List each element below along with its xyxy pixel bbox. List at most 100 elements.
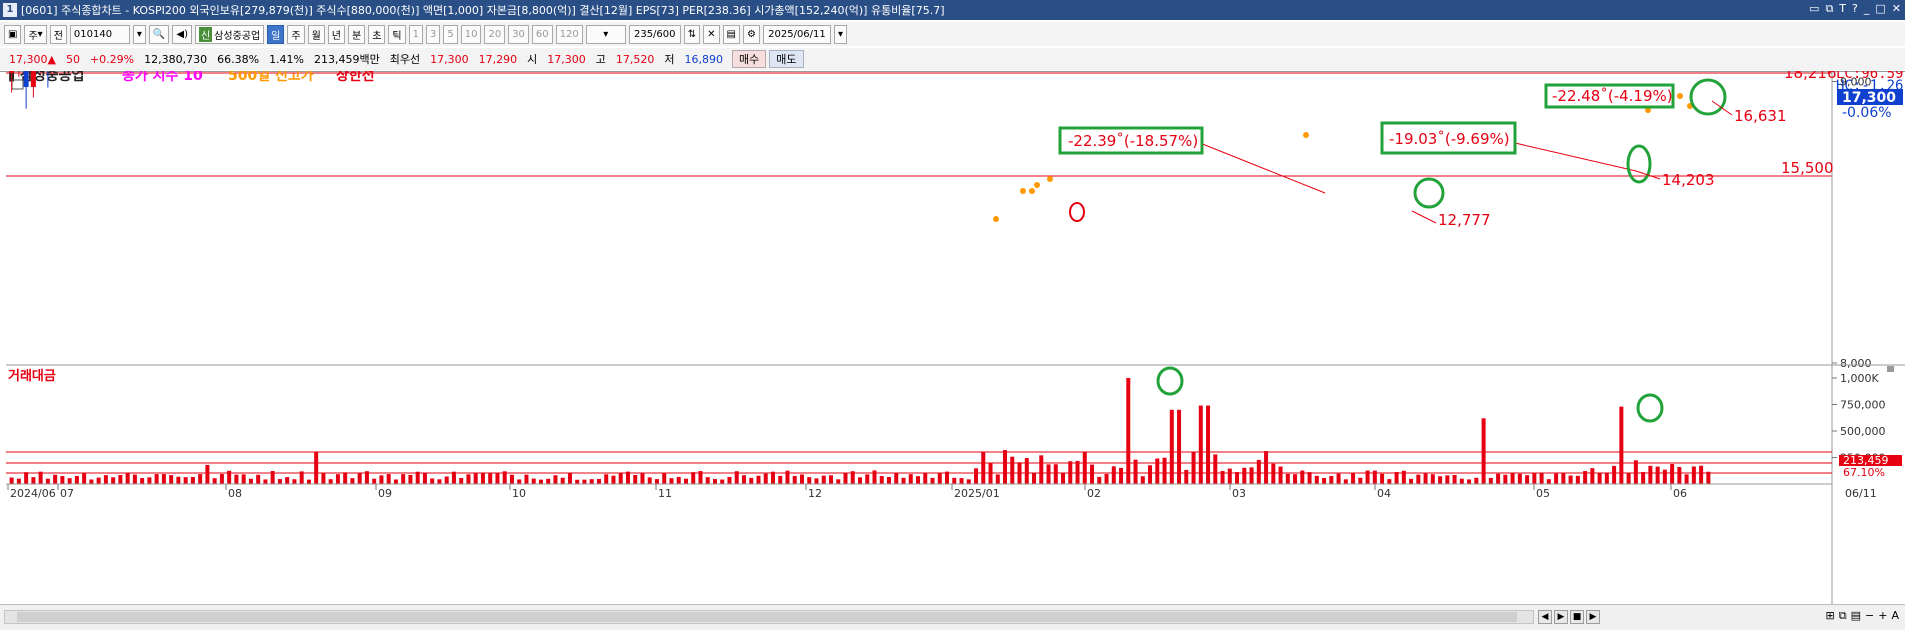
period-tick[interactable]: 틱	[388, 24, 406, 44]
speaker-icon[interactable]: ◀)	[172, 24, 192, 44]
trade-amount: 213,459백만	[314, 53, 380, 66]
volume-bar	[103, 475, 108, 484]
volume-bar	[1590, 468, 1595, 484]
volume-bar	[1481, 418, 1486, 484]
code-input[interactable]: 010140	[69, 24, 130, 44]
scroll-right-button[interactable]: ▶	[1554, 610, 1568, 624]
date-input[interactable]: 2025/06/11	[762, 24, 831, 44]
volume-bar	[234, 474, 239, 484]
custom-count-input[interactable]: ▾	[585, 24, 626, 44]
buy-button[interactable]: 매수	[732, 50, 767, 68]
reference-value: 15,500	[1781, 159, 1834, 177]
sell-button[interactable]: 매도	[769, 50, 804, 68]
zoom-out-icon[interactable]: −	[1865, 609, 1874, 623]
volume-bar	[582, 479, 587, 484]
volume-bar	[952, 477, 957, 484]
print-icon[interactable]: ▤	[1851, 609, 1861, 623]
y-tick-label: 9,000	[1840, 76, 1872, 89]
volume-bar	[712, 479, 717, 484]
range-input[interactable]: 235/600	[628, 24, 681, 44]
price-change: 50	[65, 52, 80, 66]
period-month[interactable]: 월	[307, 24, 325, 44]
volume-bar	[843, 473, 848, 484]
volume-bar	[198, 474, 203, 484]
volume-bar	[1024, 458, 1029, 484]
crosshair-icon[interactable]: ✕	[703, 24, 720, 44]
text-icon[interactable]: T	[1839, 2, 1846, 16]
period-minute[interactable]: 분	[347, 24, 366, 44]
font-size-icon[interactable]: A	[1891, 609, 1899, 623]
minimize-button[interactable]: _	[1864, 2, 1870, 16]
horizontal-scrollbar[interactable]	[4, 610, 1534, 624]
volume-bar	[1082, 452, 1087, 484]
count-60[interactable]: 60	[531, 24, 553, 44]
scroll-left-button[interactable]: ◀	[1538, 610, 1552, 624]
period-second[interactable]: 초	[368, 24, 386, 44]
volume-bar	[1467, 479, 1472, 484]
maximize-button[interactable]: □	[1875, 2, 1885, 16]
annotation-label-3: -22.48˚(-4.19%)	[1552, 87, 1673, 105]
count-30[interactable]: 30	[508, 24, 529, 44]
volume-bar	[132, 474, 137, 484]
count-5[interactable]: 5	[443, 24, 458, 44]
count-3[interactable]: 3	[425, 24, 441, 44]
copy-icon[interactable]: ⧉	[1839, 609, 1847, 623]
price-label-16631: 16,631	[1734, 107, 1787, 125]
volume-bar	[1416, 474, 1421, 484]
type-select[interactable]: 주 ▾	[24, 24, 47, 44]
drawing-icon[interactable]: ▤	[722, 24, 740, 44]
zoom-in-icon[interactable]: +	[1878, 609, 1887, 623]
volume-bar	[118, 474, 123, 484]
volume-bar	[1575, 475, 1580, 484]
count-10[interactable]: 10	[460, 24, 482, 44]
volume-bar	[1445, 475, 1450, 484]
stock-chart[interactable]: ▮ 삼성중공업 종가 지수 10 500일 신고가 상한선 -22.39˚(-1…	[0, 71, 1905, 604]
all-button[interactable]: 전	[49, 24, 67, 44]
stop-button[interactable]: ■	[1570, 610, 1584, 624]
chart-menu-icon[interactable]: ▣	[4, 24, 22, 44]
volume-bar	[154, 474, 159, 484]
volume-bar	[1322, 477, 1327, 484]
candle-body	[9, 71, 15, 74]
tile-icon[interactable]: ⧉	[1825, 2, 1833, 16]
play-button[interactable]: ▶	[1586, 610, 1600, 624]
ruler-icon[interactable]: ⊞	[1826, 609, 1835, 623]
volume-bar	[1053, 464, 1058, 484]
count-20[interactable]: 20	[484, 24, 506, 44]
scroll-thumb[interactable]	[17, 612, 1517, 622]
zoom-tools: ⊞ ⧉ ▤ − + A	[1826, 609, 1899, 623]
settings-gear-icon[interactable]: ⚙	[742, 24, 760, 44]
period-day[interactable]: 일	[267, 24, 285, 44]
date-dropdown-icon[interactable]: ▾	[833, 24, 847, 44]
period-year[interactable]: 년	[327, 24, 345, 44]
volume-bar	[488, 473, 493, 484]
search-icon[interactable]: 🔍	[148, 24, 170, 44]
count-1[interactable]: 1	[408, 24, 423, 44]
volume-bar	[1561, 473, 1566, 484]
close-button[interactable]: ✕	[1892, 2, 1901, 16]
volume-bar	[858, 477, 862, 484]
annotation-box-3: -22.48˚(-4.19%)	[1544, 83, 1675, 109]
legend-new-high: 500일 신고가	[228, 71, 314, 84]
volume-bar	[299, 471, 304, 484]
stock-name[interactable]: 신 삼성중공업	[194, 24, 265, 44]
indicator-icon[interactable]: ⇅	[683, 24, 701, 44]
volume-bar	[422, 472, 427, 484]
volume-bar	[1488, 477, 1493, 484]
volume-bar	[763, 473, 768, 484]
chart-background	[0, 71, 1905, 604]
volume-bar	[386, 474, 391, 484]
volume-bar	[959, 478, 964, 484]
volume-bar	[328, 479, 333, 484]
volume-bar	[865, 474, 870, 484]
restore-layout-icon[interactable]: ▭	[1809, 2, 1819, 16]
period-week[interactable]: 주	[287, 24, 305, 44]
volume-bar	[1235, 472, 1240, 484]
volume-panel-menu-icon[interactable]	[1887, 366, 1894, 372]
volume-bar	[1300, 470, 1305, 484]
volume-bar	[343, 472, 348, 484]
count-120[interactable]: 120	[555, 24, 583, 44]
help-icon[interactable]: ?	[1852, 2, 1858, 16]
price-tag-value: 17,300	[1842, 90, 1896, 106]
code-dropdown-icon[interactable]: ▾	[132, 24, 146, 44]
